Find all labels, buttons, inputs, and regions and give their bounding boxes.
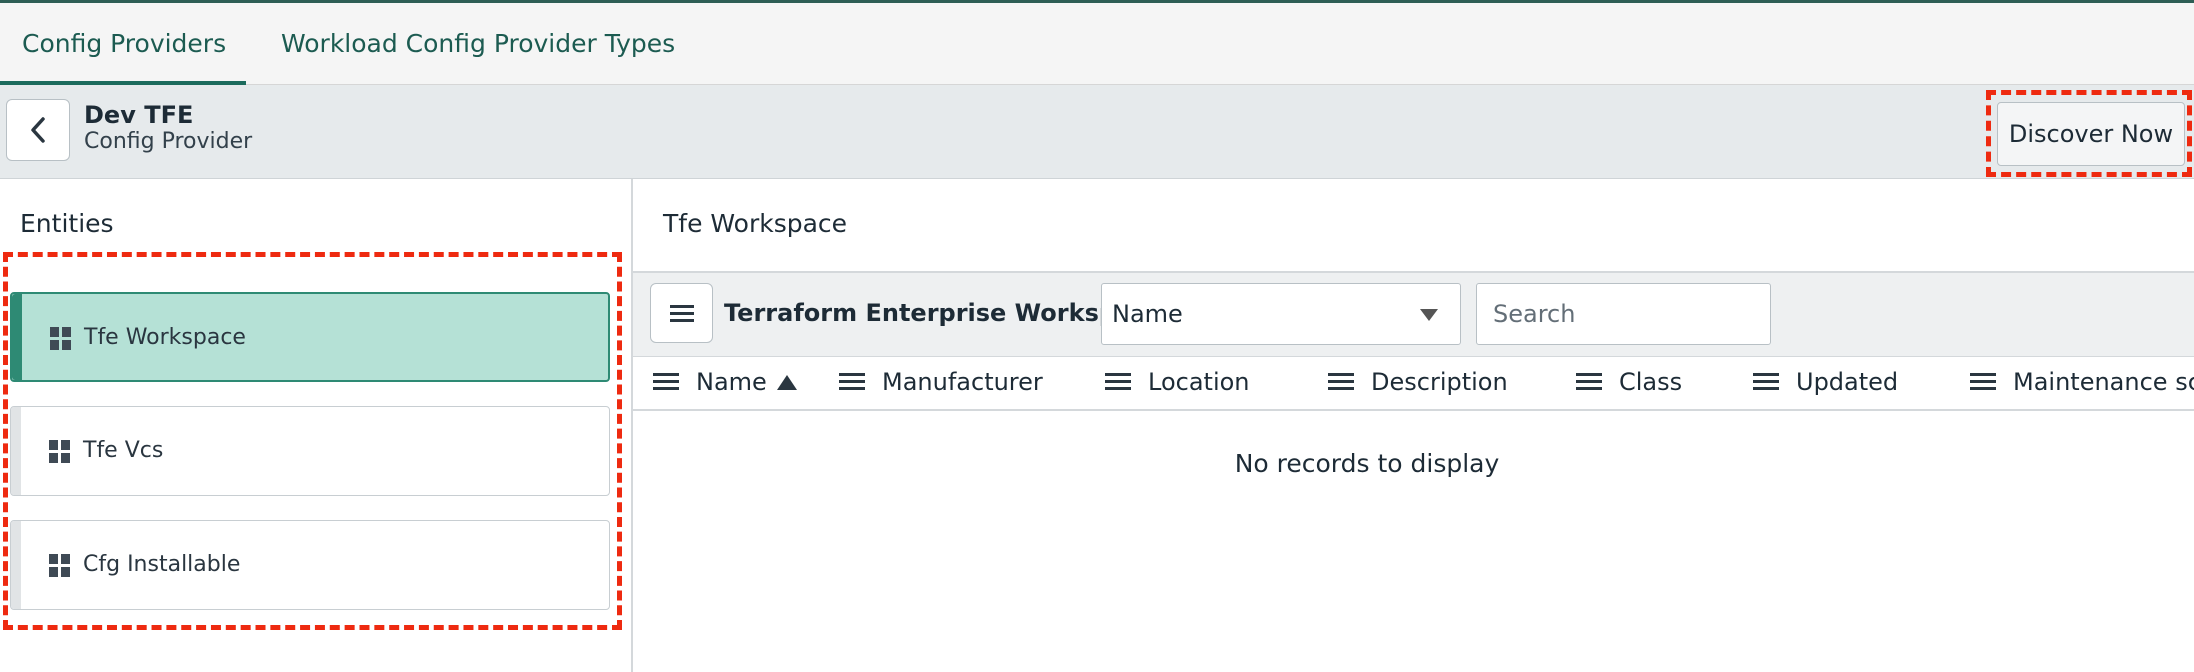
- search-field-select[interactable]: Name: [1101, 283, 1461, 345]
- column-label: Location: [1148, 368, 1250, 396]
- column-header-manufacturer[interactable]: Manufacturer: [839, 357, 1043, 407]
- entity-item-label: Tfe Vcs: [83, 438, 164, 463]
- column-menu-icon[interactable]: [1753, 373, 1779, 391]
- column-header-class[interactable]: Class: [1576, 357, 1682, 407]
- empty-state-message: No records to display: [1234, 449, 1500, 478]
- grid-icon: [50, 327, 72, 351]
- search-input[interactable]: [1476, 283, 1771, 345]
- entity-item-indicator: [12, 294, 22, 380]
- discover-now-button[interactable]: Discover Now: [1997, 102, 2185, 166]
- column-menu-icon[interactable]: [1328, 373, 1354, 391]
- column-header-row: Name Manufacturer Location Description C…: [633, 357, 2194, 411]
- chevron-left-icon: [31, 117, 45, 143]
- hamburger-icon: [670, 305, 694, 322]
- column-label: Description: [1371, 368, 1508, 396]
- column-header-name[interactable]: Name: [653, 357, 797, 407]
- column-label: Maintenance sch: [2013, 368, 2194, 396]
- record-header: Dev TFE Config Provider Discover Now: [0, 85, 2194, 179]
- search-field-value: Name: [1112, 300, 1183, 328]
- grid-icon: [49, 440, 71, 464]
- entity-item-indicator: [11, 521, 21, 609]
- caret-down-icon: [1420, 309, 1438, 321]
- column-label: Class: [1619, 368, 1683, 396]
- list-menu-button[interactable]: [650, 283, 713, 343]
- entity-item-label: Cfg Installable: [83, 552, 241, 577]
- entities-pane: Entities Tfe Workspace Tfe Vcs Cfg Insta…: [0, 179, 633, 672]
- tab-bar: Config Providers Workload Config Provide…: [0, 3, 2194, 85]
- entity-item-cfg-installable[interactable]: Cfg Installable: [10, 520, 610, 610]
- record-title: Dev TFE: [84, 101, 194, 129]
- column-menu-icon[interactable]: [839, 373, 865, 391]
- entity-item-tfe-workspace[interactable]: Tfe Workspace: [10, 292, 610, 382]
- tab-config-providers[interactable]: Config Providers: [22, 3, 226, 84]
- column-menu-icon[interactable]: [1576, 373, 1602, 391]
- grid-icon: [49, 554, 71, 578]
- list-pane-heading: Tfe Workspace: [663, 209, 848, 238]
- entity-item-label: Tfe Workspace: [84, 325, 246, 350]
- column-label: Manufacturer: [882, 368, 1043, 396]
- list-toolbar: Terraform Enterprise Workspaces Name: [633, 271, 2194, 357]
- column-header-description[interactable]: Description: [1328, 357, 1508, 407]
- record-subtitle: Config Provider: [84, 129, 253, 154]
- column-menu-icon[interactable]: [1970, 373, 1996, 391]
- tab-workload-config-provider-types[interactable]: Workload Config Provider Types: [281, 3, 675, 84]
- column-label: Name: [696, 368, 767, 396]
- column-header-maintenance-schedule[interactable]: Maintenance sch: [1970, 357, 2194, 407]
- column-header-location[interactable]: Location: [1105, 357, 1250, 407]
- sort-ascending-icon: [776, 374, 797, 390]
- column-menu-icon[interactable]: [653, 373, 679, 391]
- entities-heading: Entities: [20, 209, 114, 238]
- entity-item-indicator: [11, 407, 21, 495]
- column-menu-icon[interactable]: [1105, 373, 1131, 391]
- back-button[interactable]: [6, 99, 70, 161]
- column-header-updated[interactable]: Updated: [1753, 357, 1898, 407]
- entity-item-tfe-vcs[interactable]: Tfe Vcs: [10, 406, 610, 496]
- list-pane: Tfe Workspace Terraform Enterprise Works…: [633, 179, 2194, 672]
- column-label: Updated: [1796, 368, 1899, 396]
